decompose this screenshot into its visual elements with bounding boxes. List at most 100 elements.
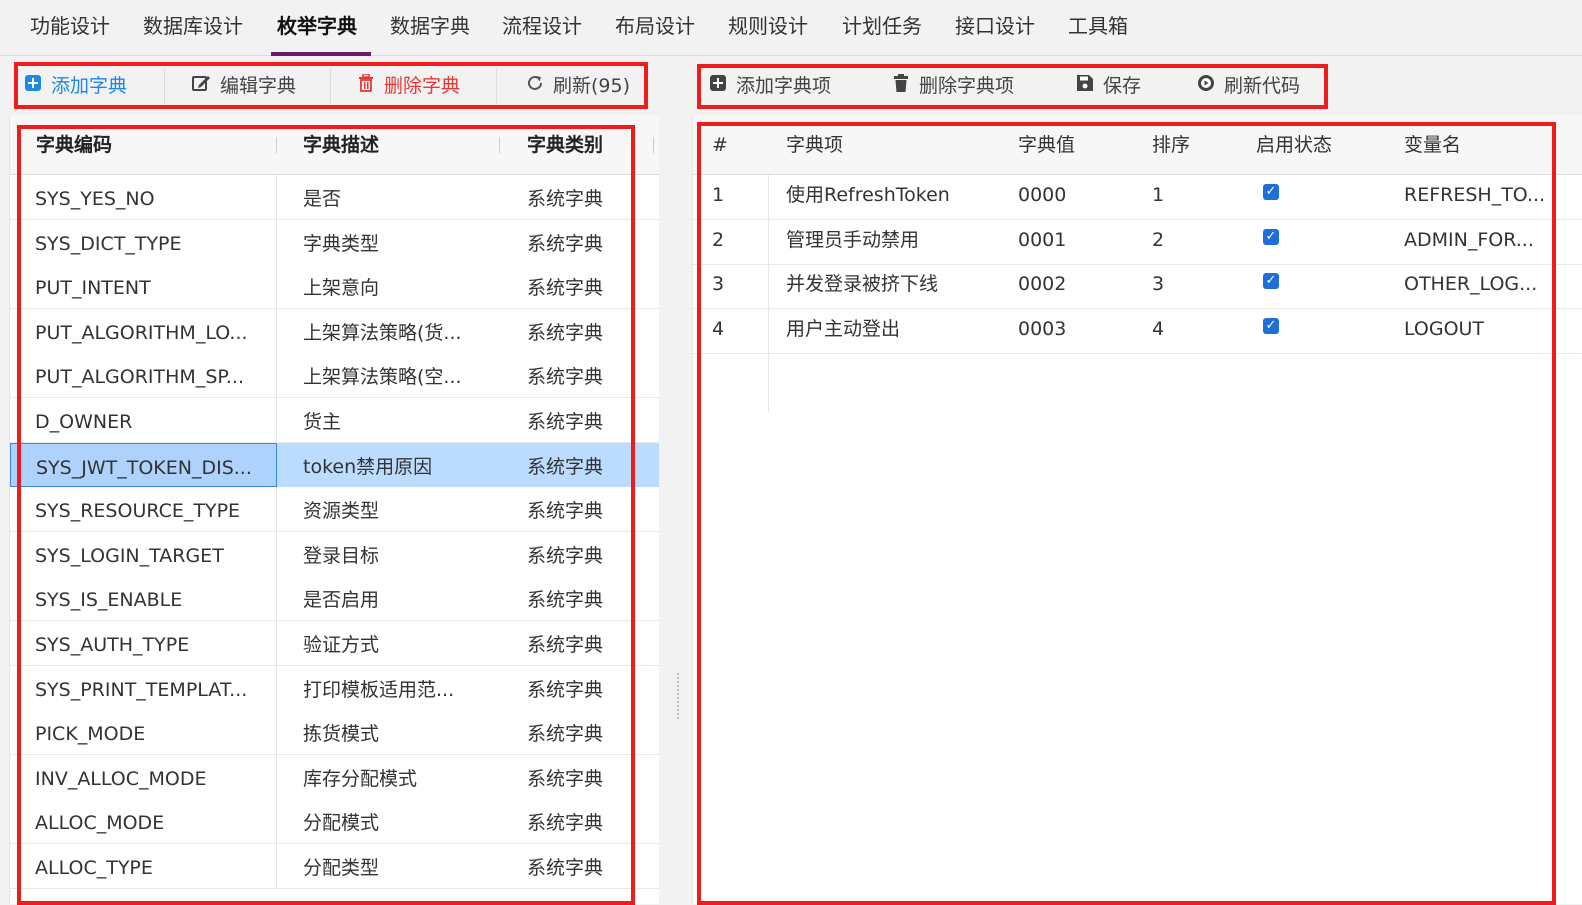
dictionary-category-cell: 系统字典 xyxy=(527,589,604,612)
refresh-code-button[interactable]: 刷新代码 xyxy=(1196,66,1300,106)
table-row[interactable]: SYS_RESOURCE_TYPE 资源类型 系统字典 xyxy=(10,487,659,533)
splitter-grip-icon[interactable] xyxy=(676,672,681,720)
dictionary-code-cell: INV_ALLOC_MODE xyxy=(10,754,277,799)
add-dictionary-item-label: 添加字典项 xyxy=(736,75,832,97)
edit-dictionary-button[interactable]: 编辑字典 xyxy=(192,66,296,106)
delete-dictionary-item-button[interactable]: 删除字典项 xyxy=(891,66,1014,106)
toolbar-divider xyxy=(164,68,165,104)
dictionary-item-toolbar: 添加字典项 删除字典项 保存 刷新代码 xyxy=(692,60,1582,110)
dictionary-description-cell: token禁用原因 xyxy=(303,455,433,478)
column-divider[interactable] xyxy=(653,137,654,153)
dictionary-description-cell: 分配类型 xyxy=(303,857,380,879)
trash-icon xyxy=(356,67,376,107)
plus-square-icon xyxy=(23,67,43,107)
dictionary-description-cell: 是否 xyxy=(303,188,342,210)
dictionary-item-cell: 管理员手动禁用 xyxy=(786,228,920,251)
table-row[interactable]: SYS_AUTH_TYPE 验证方式 系统字典 xyxy=(10,621,659,666)
save-icon xyxy=(1075,67,1095,107)
column-divider[interactable] xyxy=(499,137,500,153)
table-row[interactable]: SYS_LOGIN_TARGET 登录目标 系统字典 xyxy=(10,531,659,577)
index-cell: 2 xyxy=(712,228,725,251)
dictionary-value-cell: 0001 xyxy=(1018,228,1067,251)
column-header-code[interactable]: 字典编码 xyxy=(36,115,112,175)
dictionary-value-cell: 0002 xyxy=(1018,273,1067,296)
dictionary-category-cell: 系统字典 xyxy=(527,277,604,300)
tab-database-design[interactable]: 数据库设计 xyxy=(143,0,243,56)
table-row[interactable]: SYS_PRINT_TEMPLAT... 打印模板适用范... 系统字典 xyxy=(10,665,659,711)
dictionary-category-cell: 系统字典 xyxy=(527,366,604,389)
dictionary-category-cell: 系统字典 xyxy=(527,634,604,656)
column-header-item[interactable]: 字典项 xyxy=(786,115,843,175)
table-row[interactable]: SYS_JWT_TOKEN_DIS... token禁用原因 系统字典 xyxy=(10,442,659,488)
dictionary-code-cell: SYS_LOGIN_TARGET xyxy=(10,531,277,576)
dictionary-description-cell: 拣货模式 xyxy=(303,723,380,746)
dictionary-category-cell: 系统字典 xyxy=(527,188,604,210)
save-button[interactable]: 保存 xyxy=(1075,66,1141,106)
column-header-category[interactable]: 字典类别 xyxy=(527,115,603,175)
tab-enum-dictionary[interactable]: 枚举字典 xyxy=(271,0,371,56)
column-header-enabled[interactable]: 启用状态 xyxy=(1256,115,1332,175)
index-cell: 4 xyxy=(712,317,725,340)
enabled-checkbox[interactable]: ✓ xyxy=(1263,184,1279,200)
dictionary-description-cell: 库存分配模式 xyxy=(303,767,418,790)
refresh-dictionary-button[interactable]: 刷新(95) xyxy=(525,66,630,106)
dictionary-category-cell: 系统字典 xyxy=(527,232,604,255)
tab-api-design[interactable]: 接口设计 xyxy=(955,0,1035,56)
table-row[interactable]: 1 使用RefreshToken 0000 1 REFRESH_TO... ✓ xyxy=(693,175,1582,220)
table-row[interactable]: 4 用户主动登出 0003 4 LOGOUT ✓ xyxy=(693,309,1582,354)
dictionary-value-cell: 0000 xyxy=(1018,184,1067,206)
table-row[interactable]: D_OWNER 货主 系统字典 xyxy=(10,398,659,443)
top-tab-bar: 功能设计 数据库设计 枚举字典 数据字典 流程设计 布局设计 规则设计 计划任务… xyxy=(0,0,1582,56)
enabled-checkbox[interactable]: ✓ xyxy=(1263,273,1279,290)
dictionary-description-cell: 打印模板适用范... xyxy=(303,678,455,701)
tab-scheduled-tasks[interactable]: 计划任务 xyxy=(842,0,922,56)
delete-dictionary-button[interactable]: 删除字典 xyxy=(356,66,460,106)
add-dictionary-button[interactable]: 添加字典 xyxy=(23,66,127,106)
column-header-variable[interactable]: 变量名 xyxy=(1404,115,1461,175)
dictionary-description-cell: 上架算法策略(货... xyxy=(303,321,462,344)
tab-flow-design[interactable]: 流程设计 xyxy=(502,0,582,56)
refresh-icon xyxy=(525,67,545,107)
table-row[interactable]: PUT_ALGORITHM_LO... 上架算法策略(货... 系统字典 xyxy=(10,308,659,354)
table-row[interactable]: SYS_YES_NO 是否 系统字典 xyxy=(10,175,659,220)
dictionary-category-cell: 系统字典 xyxy=(527,767,604,790)
variable-name-cell: LOGOUT xyxy=(1404,317,1485,340)
dictionary-category-cell: 系统字典 xyxy=(527,812,604,835)
dictionary-category-cell: 系统字典 xyxy=(527,321,604,344)
dictionary-code-cell: ALLOC_TYPE xyxy=(10,844,277,888)
dictionary-description-cell: 登录目标 xyxy=(303,544,380,567)
tab-layout-design[interactable]: 布局设计 xyxy=(615,0,695,56)
table-row[interactable]: INV_ALLOC_MODE 库存分配模式 系统字典 xyxy=(10,754,659,800)
tab-function-design[interactable]: 功能设计 xyxy=(30,0,110,56)
order-cell: 3 xyxy=(1152,273,1165,296)
table-row[interactable]: ALLOC_TYPE 分配类型 系统字典 xyxy=(10,844,659,889)
table-row[interactable]: PUT_INTENT 上架意向 系统字典 xyxy=(10,264,659,310)
column-header-order[interactable]: 排序 xyxy=(1152,115,1190,175)
table-row[interactable]: 3 并发登录被挤下线 0002 3 OTHER_LOG... ✓ xyxy=(693,264,1582,310)
dictionary-code-cell: PUT_ALGORITHM_SP... xyxy=(10,353,277,398)
table-row[interactable]: 2 管理员手动禁用 0001 2 ADMIN_FOR... ✓ xyxy=(693,220,1582,265)
dictionary-description-cell: 字典类型 xyxy=(303,232,380,255)
dictionary-table: 字典编码 字典描述 字典类别 SYS_YES_NO 是否 系统字典 SYS_DICT_… xyxy=(9,115,659,904)
save-label: 保存 xyxy=(1103,75,1142,97)
add-dictionary-item-button[interactable]: 添加字典项 xyxy=(708,66,831,106)
dictionary-code-cell: SYS_AUTH_TYPE xyxy=(10,621,277,665)
tab-rule-design[interactable]: 规则设计 xyxy=(728,0,808,56)
enabled-checkbox[interactable]: ✓ xyxy=(1263,228,1279,245)
panel-splitter[interactable] xyxy=(665,60,692,904)
tab-toolbox[interactable]: 工具箱 xyxy=(1068,0,1128,56)
order-cell: 4 xyxy=(1152,317,1165,340)
table-row[interactable]: SYS_IS_ENABLE 是否启用 系统字典 xyxy=(10,576,659,622)
dictionary-category-cell: 系统字典 xyxy=(527,723,604,746)
table-row[interactable]: PUT_ALGORITHM_SP... 上架算法策略(空... 系统字典 xyxy=(10,353,659,399)
table-row[interactable]: ALLOC_MODE 分配模式 系统字典 xyxy=(10,799,659,845)
enabled-checkbox[interactable]: ✓ xyxy=(1263,317,1279,334)
table-row[interactable]: PICK_MODE 拣货模式 系统字典 xyxy=(10,710,659,756)
column-header-description[interactable]: 字典描述 xyxy=(303,115,379,175)
column-header-value[interactable]: 字典值 xyxy=(1018,115,1075,175)
tab-data-dictionary[interactable]: 数据字典 xyxy=(390,0,470,56)
column-divider[interactable] xyxy=(276,137,277,153)
dictionary-code-cell: SYS_RESOURCE_TYPE xyxy=(10,487,277,532)
dictionary-description-cell: 验证方式 xyxy=(303,634,380,656)
table-row[interactable]: SYS_DICT_TYPE 字典类型 系统字典 xyxy=(10,219,659,265)
